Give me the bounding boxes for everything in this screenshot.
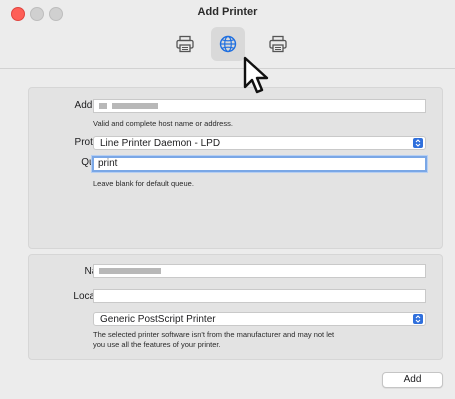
titlebar: Add Printer (0, 0, 455, 69)
toolbar-default-button[interactable] (168, 27, 202, 61)
redacted-text (112, 103, 158, 109)
window-title: Add Printer (197, 6, 258, 18)
use-hint-line: The selected printer software isn't from… (93, 330, 335, 339)
use-hint: The selected printer software isn't from… (93, 330, 334, 349)
use-hint-line: you use all the features of your printer… (93, 339, 221, 349)
add-button[interactable]: Add (382, 372, 443, 388)
add-printer-window: Add Printer Valid and complete host name… (0, 0, 455, 399)
queue-field[interactable]: print (92, 156, 427, 172)
redacted-text (99, 103, 107, 109)
ip-settings-panel: Address: Valid and complete host name or… (28, 87, 443, 249)
chevron-up-down-icon (413, 314, 423, 324)
globe-icon (219, 35, 237, 53)
name-field[interactable] (93, 264, 426, 278)
mouse-pointer-icon (243, 56, 269, 94)
queue-hint: Leave blank for default queue. (93, 179, 194, 188)
chevron-up-down-icon (413, 138, 423, 148)
protocol-value: Line Printer Daemon - LPD (100, 138, 221, 149)
printer-icon (269, 35, 287, 53)
redacted-text (99, 268, 161, 274)
use-value: Generic PostScript Printer (100, 314, 216, 325)
address-hint: Valid and complete host name or address. (93, 119, 233, 128)
location-field[interactable] (93, 289, 426, 303)
address-field[interactable] (93, 99, 426, 113)
queue-value: print (98, 158, 118, 169)
protocol-select[interactable]: Line Printer Daemon - LPD (93, 136, 426, 150)
printer-details-panel: Name: Location: Use: Generic PostScript … (28, 254, 443, 360)
use-select[interactable]: Generic PostScript Printer (93, 312, 426, 326)
printer-icon (176, 35, 194, 53)
